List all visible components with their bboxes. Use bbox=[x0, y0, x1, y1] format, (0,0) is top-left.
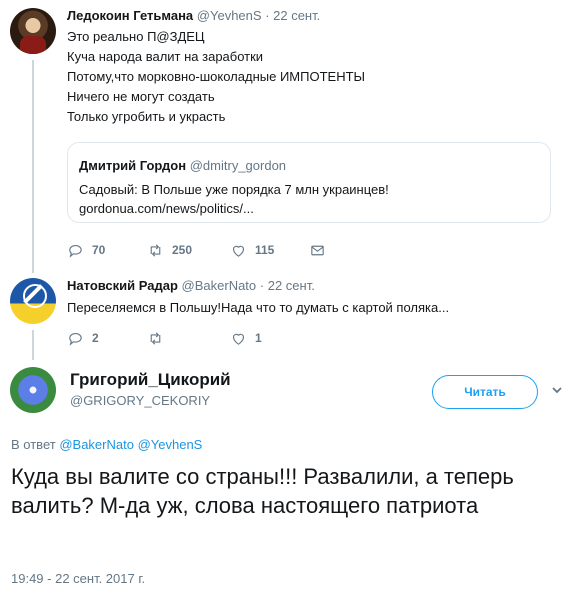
quoted-author-handle: @dmitry_gordon bbox=[189, 158, 287, 173]
quoted-header: Дмитрий Гордон @dmitry_gordon bbox=[79, 158, 286, 173]
tweet-line: Куча народа валит на заработки bbox=[67, 49, 264, 64]
author-name[interactable]: Григорий_Цикорий bbox=[70, 370, 231, 390]
like-count: 115 bbox=[255, 243, 275, 257]
heart-icon bbox=[232, 245, 245, 257]
quoted-line: Садовый: В Польше уже порядка 7 млн укра… bbox=[79, 182, 389, 197]
tweet-date[interactable]: · 22 сент. bbox=[260, 278, 315, 293]
retweet-icon bbox=[150, 243, 161, 257]
tweet-timestamp[interactable]: 19:49 - 22 сент. 2017 г. bbox=[11, 571, 145, 586]
tweet-date[interactable]: · 22 сент. bbox=[265, 8, 320, 23]
reply-context: В ответ @BakerNato @YevhenS bbox=[11, 437, 202, 452]
envelope-icon bbox=[311, 245, 324, 255]
reply-user-link[interactable]: @BakerNato bbox=[59, 437, 134, 452]
retweet-icon bbox=[150, 331, 161, 345]
reply-count: 70 bbox=[92, 243, 106, 257]
retweet-button[interactable] bbox=[147, 330, 172, 347]
author-handle[interactable]: @BakerNato bbox=[182, 278, 257, 293]
tweet-text: Это реально П@ЗДЕЦ Куча народа валит на … bbox=[67, 27, 365, 127]
follow-button[interactable]: Читать bbox=[432, 375, 538, 409]
reply-count: 2 bbox=[92, 331, 99, 345]
reply-button[interactable]: 2 bbox=[67, 330, 99, 347]
chevron-down-icon bbox=[552, 387, 562, 394]
avatar[interactable] bbox=[10, 367, 56, 413]
quoted-text: Садовый: В Польше уже порядка 7 млн укра… bbox=[79, 180, 389, 218]
like-button[interactable]: 115 bbox=[230, 242, 274, 259]
main-tweet: Григорий_Цикорий @GRIGORY_CEKORIY Читать… bbox=[0, 358, 565, 596]
tweet-line: Это реально П@ЗДЕЦ bbox=[67, 29, 205, 44]
retweet-count: 250 bbox=[172, 243, 193, 257]
thread-line bbox=[32, 330, 34, 360]
author-handle[interactable]: @GRIGORY_CEKORIY bbox=[70, 393, 210, 408]
avatar[interactable] bbox=[10, 8, 56, 54]
author-name[interactable]: Натовский Радар bbox=[67, 278, 178, 293]
avatar[interactable] bbox=[10, 278, 56, 324]
tweet-actions: 70 250 115 bbox=[67, 241, 367, 259]
tweet-actions: 2 1 bbox=[67, 329, 367, 347]
like-button[interactable]: 1 bbox=[230, 330, 262, 347]
tweet-ledokoin[interactable]: Ледокоин Гетьмана @YevhenS · 22 сент. Эт… bbox=[0, 0, 565, 273]
tweet-header: Натовский Радар @BakerNato · 22 сент. bbox=[67, 278, 315, 293]
tweet-line: Потому,что морковно-шоколадные ИМПОТЕНТЫ bbox=[67, 69, 366, 84]
quoted-link[interactable]: gordonua.com/news/politics/... bbox=[79, 199, 389, 218]
thread-line bbox=[32, 60, 34, 273]
dm-button[interactable] bbox=[309, 242, 326, 259]
author-name[interactable]: Ледокоин Гетьмана bbox=[67, 8, 193, 23]
tweet-text: Куда вы валите со страны!!! Развалили, а… bbox=[11, 464, 514, 518]
tweet-line: Ничего не могут создать bbox=[67, 89, 215, 104]
reply-button[interactable]: 70 bbox=[67, 242, 105, 259]
reply-prefix: В ответ bbox=[11, 437, 56, 452]
tweet-text: Переселяемся в Польшу!Нада что то думать… bbox=[67, 300, 450, 315]
tweet-header: Ледокоин Гетьмана @YevhenS · 22 сент. bbox=[67, 8, 320, 23]
reply-icon bbox=[69, 332, 82, 346]
author-handle[interactable]: @YevhenS bbox=[197, 8, 262, 23]
tweet-baker-nato[interactable]: Натовский Радар @BakerNato · 22 сент. Пе… bbox=[0, 270, 565, 358]
like-count: 1 bbox=[255, 331, 262, 345]
quoted-tweet[interactable]: Дмитрий Гордон @dmitry_gordon Садовый: В… bbox=[67, 142, 551, 223]
quoted-author-name: Дмитрий Гордон bbox=[79, 158, 187, 173]
tweet-line: Только угробить и украсть bbox=[67, 109, 226, 124]
reply-icon bbox=[69, 244, 82, 258]
more-options-button[interactable] bbox=[551, 383, 563, 395]
retweet-button[interactable]: 250 bbox=[147, 242, 192, 259]
reply-user-link[interactable]: @YevhenS bbox=[138, 437, 203, 452]
heart-icon bbox=[232, 333, 245, 345]
